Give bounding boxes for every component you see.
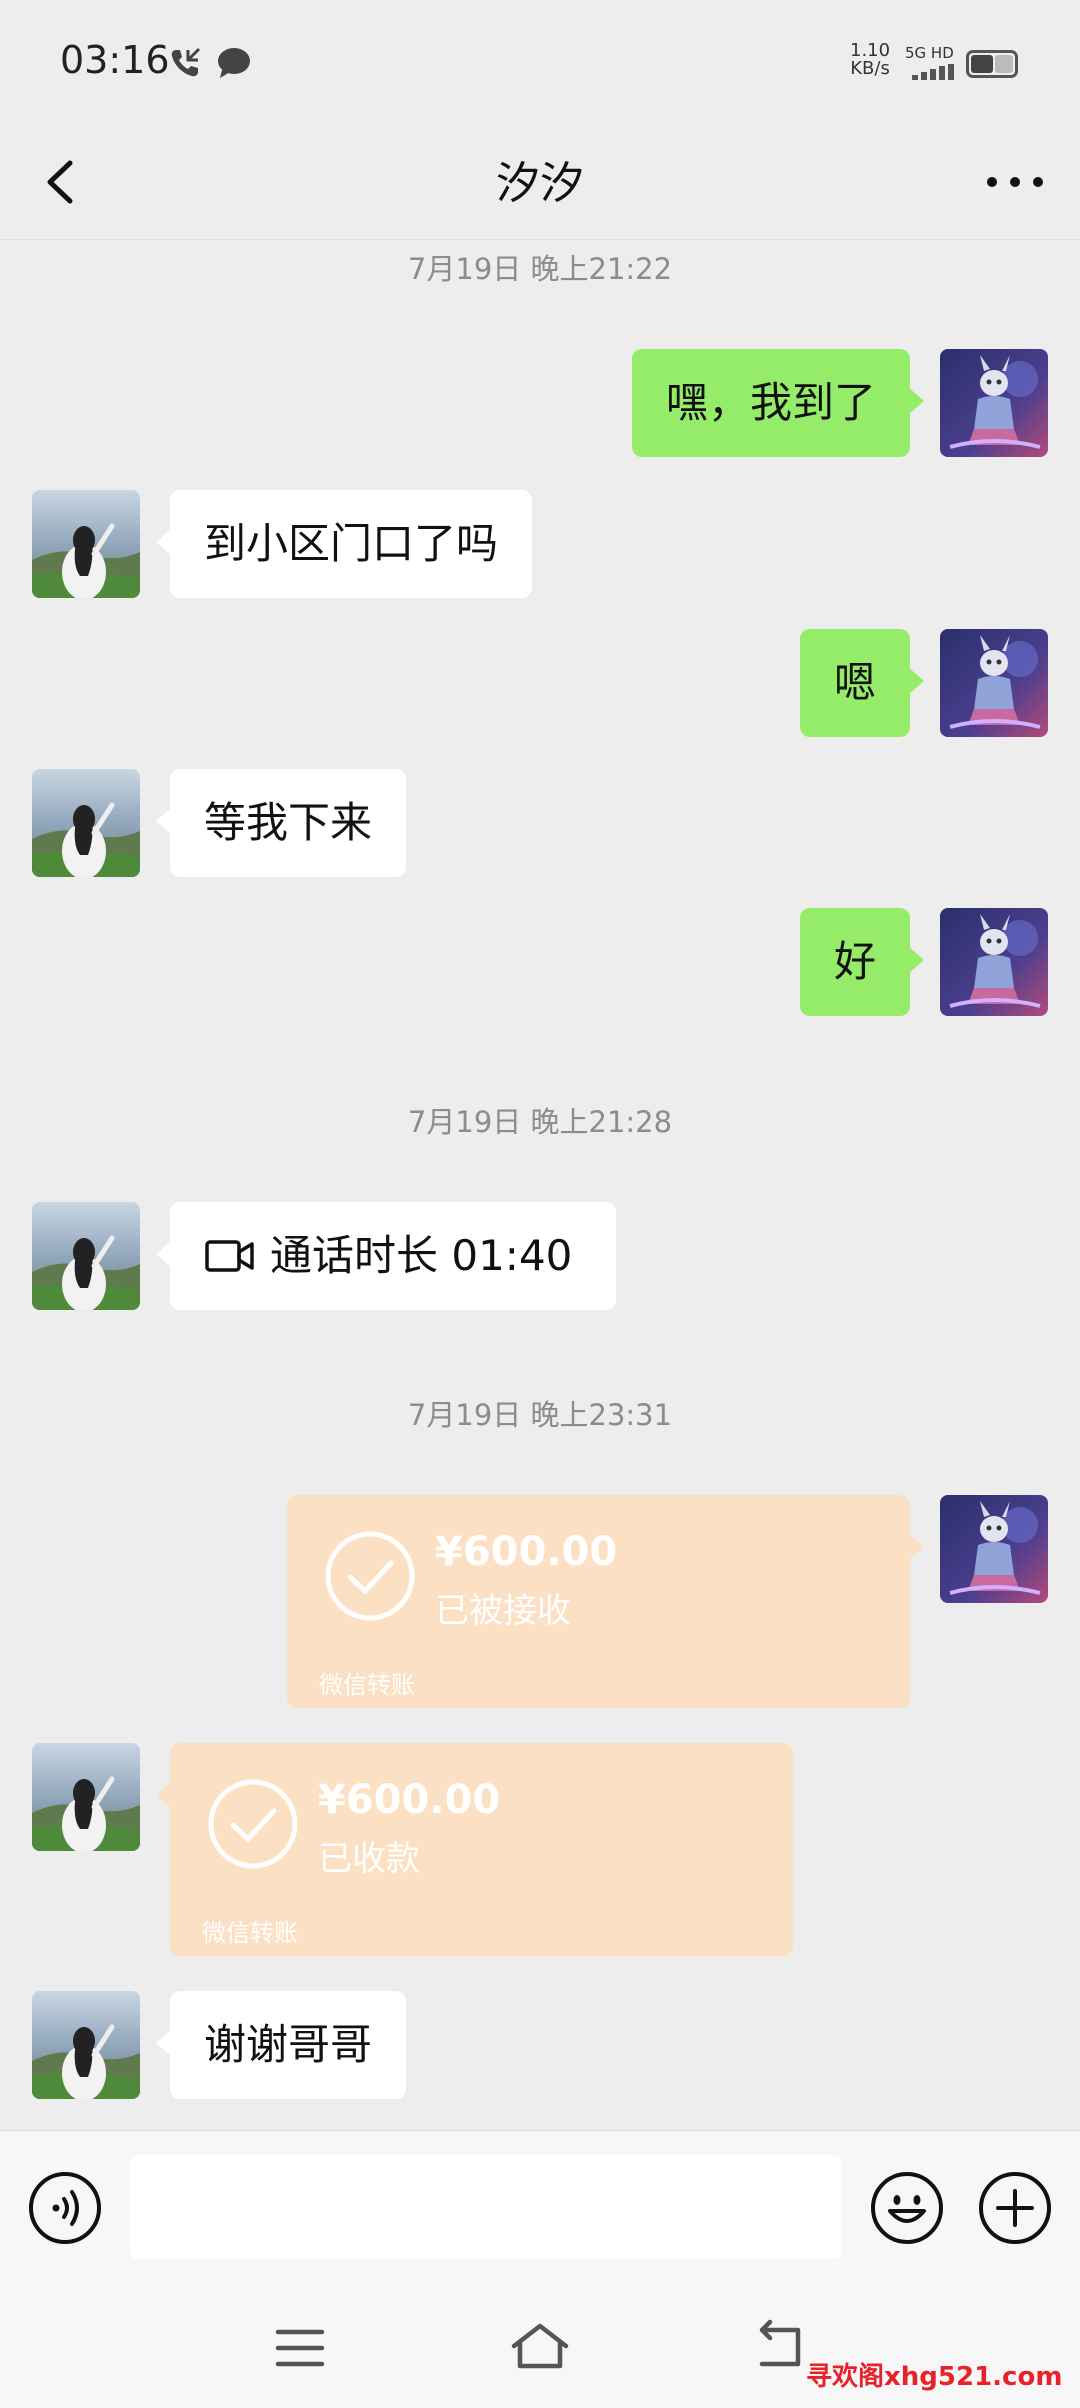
network-speed: 1.10 KB/s [850, 40, 891, 79]
check-circle-icon [325, 1531, 415, 1621]
status-bar: 03:16 1.10 KB/s 5G HD [0, 0, 1080, 125]
transfer-card-received[interactable]: ¥600.00 已收款 微信转账 [156, 1743, 793, 1956]
transfer-card-sent[interactable]: ¥600.00 已被接收 微信转账 [287, 1495, 924, 1708]
message-input[interactable] [130, 2155, 842, 2259]
message-icon [218, 48, 250, 78]
my-avatar[interactable] [940, 349, 1048, 457]
home-icon[interactable] [508, 2316, 572, 2376]
transfer-status: 已收款 [318, 1839, 420, 1879]
missed-call-icon [171, 47, 201, 77]
chat-header: 汐汐 [0, 125, 1080, 240]
return-icon[interactable] [748, 2316, 812, 2376]
contact-avatar[interactable] [32, 1991, 140, 2099]
signal-icon [912, 64, 954, 80]
call-duration: 通话时长 01:40 [270, 1231, 573, 1280]
transfer-label: 微信转账 [319, 1671, 415, 1699]
network-type: 5G HD [905, 44, 954, 62]
message-bubble-received[interactable]: 谢谢哥哥 [155, 1991, 407, 2099]
chat-title: 汐汐 [496, 158, 584, 209]
battery-icon [966, 50, 1018, 78]
my-avatar[interactable] [940, 1495, 1048, 1603]
check-circle-icon [208, 1779, 298, 1869]
message-bubble-sent[interactable]: 嘿，我到了 [631, 349, 925, 457]
my-avatar[interactable] [940, 629, 1048, 737]
message-bubble-received[interactable]: 等我下来 [155, 769, 407, 877]
call-record-bubble[interactable]: 通话时长 01:40 [156, 1202, 616, 1310]
status-time: 03:16 [60, 38, 170, 82]
message-bubble-sent[interactable]: 好 [799, 908, 925, 1016]
message-bubble-sent[interactable]: 嗯 [799, 629, 925, 737]
emoji-icon[interactable] [870, 2171, 944, 2245]
my-avatar[interactable] [940, 908, 1048, 1016]
menu-icon[interactable] [270, 2318, 330, 2378]
transfer-label: 微信转账 [202, 1919, 298, 1947]
contact-avatar[interactable] [32, 1202, 140, 1310]
timestamp: 7月19日 晚上21:22 [407, 252, 673, 286]
watermark: 寻欢阁xhg521.com [806, 2362, 1063, 2392]
transfer-amount: ¥600.00 [318, 1777, 501, 1823]
video-call-icon [205, 1240, 254, 1272]
plus-icon[interactable] [978, 2171, 1052, 2245]
contact-avatar[interactable] [32, 769, 140, 877]
transfer-amount: ¥600.00 [435, 1529, 618, 1575]
input-bar [0, 2130, 1080, 2280]
contact-avatar[interactable] [32, 490, 140, 598]
message-bubble-received[interactable]: 到小区门口了吗 [155, 490, 533, 598]
timestamp: 7月19日 晚上21:28 [407, 1105, 673, 1139]
transfer-status: 已被接收 [435, 1591, 571, 1631]
timestamp: 7月19日 晚上23:31 [407, 1398, 673, 1432]
voice-icon[interactable] [28, 2171, 102, 2245]
more-icon[interactable] [980, 149, 1050, 215]
contact-avatar[interactable] [32, 1743, 140, 1851]
